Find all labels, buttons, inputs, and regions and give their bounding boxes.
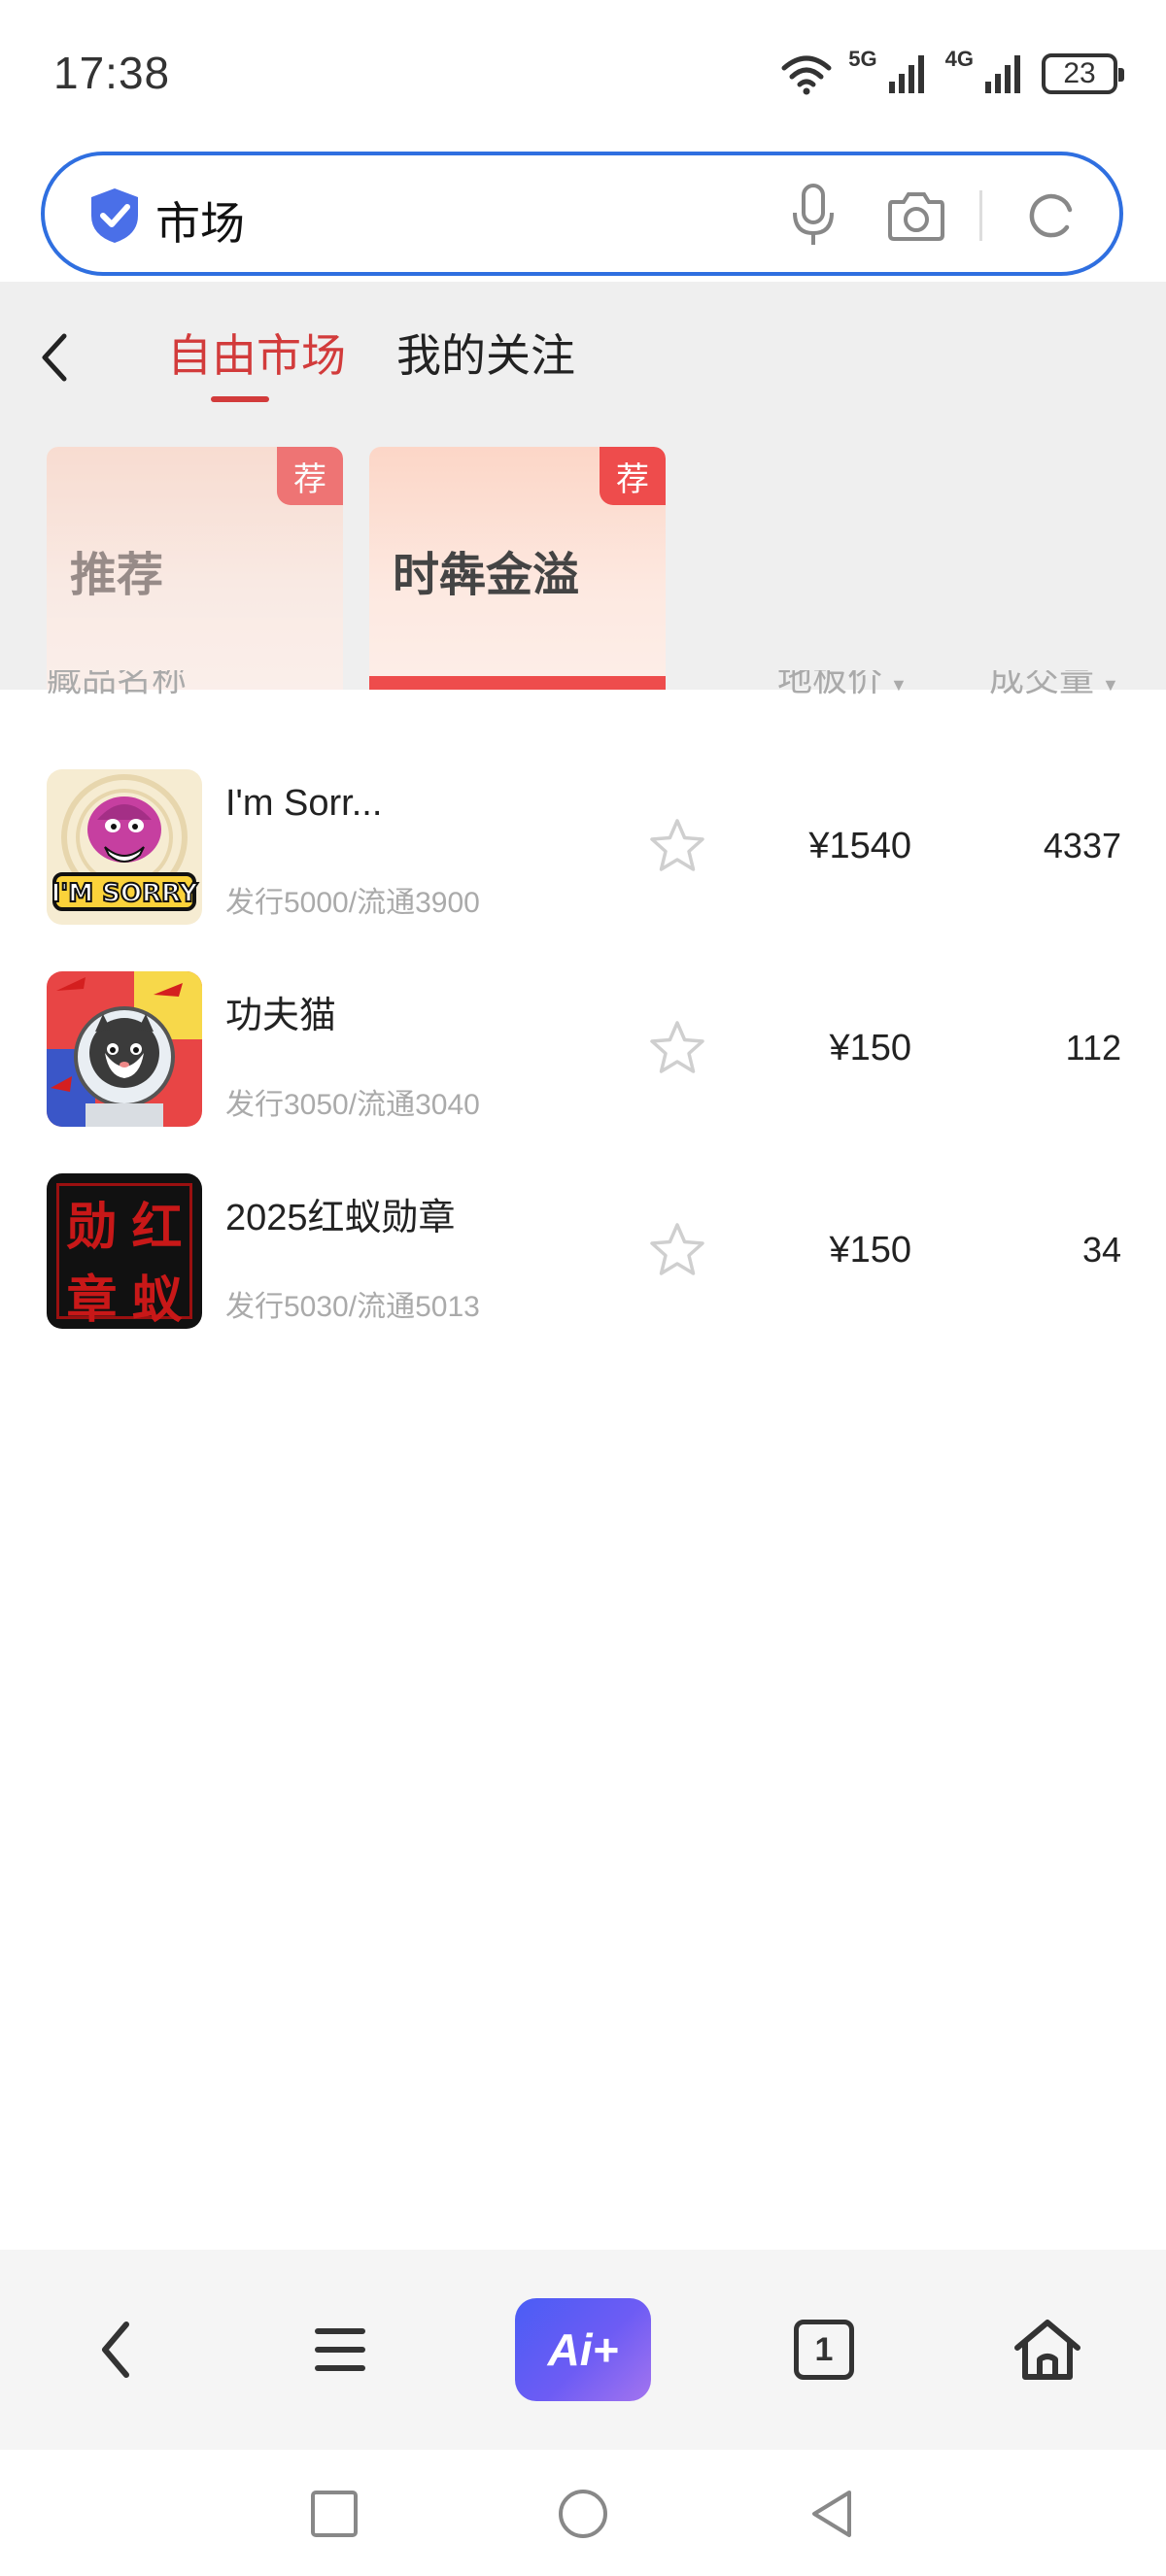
tab-my-follows[interactable]: 我的关注	[396, 321, 575, 385]
red-ant-medal-image: 勋 红 章 蚁	[56, 1183, 192, 1329]
search-divider	[979, 190, 982, 241]
chevron-left-icon	[102, 2322, 129, 2378]
kungfu-cat-image	[47, 971, 202, 1127]
column-header-volume[interactable]: 成交量 ▼	[989, 670, 1119, 701]
list-item[interactable]: 勋 红 章 蚁 2025红蚁勋章 发行5030/流通5013 ¥150 34	[0, 1162, 1166, 1364]
column-header-volume-label: 成交量	[989, 670, 1095, 698]
sort-down-icon: ▼	[890, 675, 908, 695]
tabs-button[interactable]: 1	[785, 2306, 863, 2393]
page: 17:38 5G 4G 23 市场 自由市场 我的关注 荐 推荐 荐 时犇金溢 …	[0, 0, 1166, 2576]
battery-icon: 23	[1042, 53, 1124, 94]
status-time: 17:38	[53, 48, 171, 98]
status-icons: 5G 4G 23	[780, 47, 1124, 101]
back-chevron-icon[interactable]	[35, 328, 74, 387]
network-label-4g: 4G	[944, 47, 974, 71]
back-button[interactable]	[78, 2306, 155, 2393]
column-header-price-label: 地板价	[777, 670, 883, 698]
market-header: 自由市场 我的关注 荐 推荐 荐 时犇金溢	[0, 282, 1166, 690]
table-header: 藏品名称 地板价 ▼ 成交量 ▼	[0, 670, 1166, 709]
camera-icon[interactable]	[886, 188, 946, 243]
item-supply: 发行5030/流通5013	[225, 1291, 480, 1323]
im-sorry-image: I'M SORRY	[47, 769, 202, 925]
category-label: 时犇金溢	[393, 550, 580, 601]
star-icon[interactable]	[647, 816, 707, 876]
home-icon	[1014, 2320, 1080, 2380]
tab-free-market[interactable]: 自由市场	[167, 321, 346, 385]
item-supply: 发行3050/流通3040	[225, 1089, 480, 1121]
item-price: ¥150	[829, 1230, 911, 1271]
item-name: 2025红蚁勋章	[225, 1198, 456, 1238]
medal-char: 勋	[66, 1198, 118, 1257]
shield-check-icon	[91, 188, 138, 243]
item-volume: 112	[1065, 1028, 1121, 1068]
wifi-icon	[781, 55, 832, 95]
search-input[interactable]: 市场	[155, 188, 245, 253]
sort-down-icon: ▼	[1102, 675, 1119, 695]
item-supply: 发行5000/流通3900	[225, 887, 480, 919]
menu-button[interactable]	[301, 2306, 379, 2393]
item-thumbnail-kungfu-cat	[47, 971, 202, 1127]
item-thumbnail-red-ant-medal: 勋 红 章 蚁	[47, 1173, 202, 1329]
svg-text:I'M SORRY: I'M SORRY	[51, 879, 199, 908]
home-button[interactable]	[1009, 2306, 1086, 2393]
list-item[interactable]: 功夫猫 发行3050/流通3040 ¥150 112	[0, 960, 1166, 1162]
network-label-5g: 5G	[848, 47, 877, 71]
browser-toolbar: Ai+ 1	[0, 2250, 1166, 2450]
item-name: I'm Sorr...	[225, 783, 383, 824]
item-price: ¥150	[829, 1028, 911, 1068]
list-item[interactable]: I'M SORRY I'm Sorr... 发行5000/流通3900 ¥154…	[0, 758, 1166, 960]
active-tab-indicator	[211, 396, 269, 402]
column-header-name: 藏品名称	[47, 670, 188, 698]
column-header-price[interactable]: 地板价 ▼	[777, 670, 908, 701]
battery-level: 23	[1063, 57, 1096, 89]
medal-char: 红	[131, 1198, 183, 1257]
item-price: ¥1540	[808, 826, 911, 866]
home-circle-icon[interactable]	[554, 2485, 612, 2543]
search-bar[interactable]: 市场	[41, 152, 1123, 276]
microphone-icon[interactable]	[783, 183, 843, 249]
category-label: 推荐	[70, 550, 164, 601]
item-volume: 4337	[1043, 826, 1121, 865]
recent-apps-icon[interactable]	[305, 2485, 363, 2543]
recommend-badge: 荐	[600, 447, 666, 505]
star-icon[interactable]	[647, 1220, 707, 1280]
refresh-icon[interactable]	[1024, 188, 1079, 243]
medal-char: 章	[66, 1271, 118, 1329]
menu-icon	[315, 2328, 365, 2371]
signal-bars-icon	[985, 55, 1020, 93]
ai-assistant-button[interactable]: Ai+	[515, 2298, 651, 2401]
status-bar: 17:38 5G 4G 23	[0, 0, 1166, 146]
back-triangle-icon[interactable]	[803, 2485, 861, 2543]
signal-bars-icon	[888, 55, 924, 93]
category-card-recommend[interactable]: 荐 推荐	[47, 447, 343, 690]
item-thumbnail-im-sorry: I'M SORRY	[47, 769, 202, 925]
recommend-badge: 荐	[277, 447, 343, 505]
item-volume: 34	[1081, 1230, 1121, 1270]
star-icon[interactable]	[647, 1018, 707, 1078]
medal-char: 蚁	[131, 1271, 183, 1329]
system-navigation	[0, 2450, 1166, 2576]
category-card-shiben-jinyi[interactable]: 荐 时犇金溢	[369, 447, 666, 690]
tab-count: 1	[794, 2320, 854, 2380]
item-name: 功夫猫	[225, 996, 337, 1036]
